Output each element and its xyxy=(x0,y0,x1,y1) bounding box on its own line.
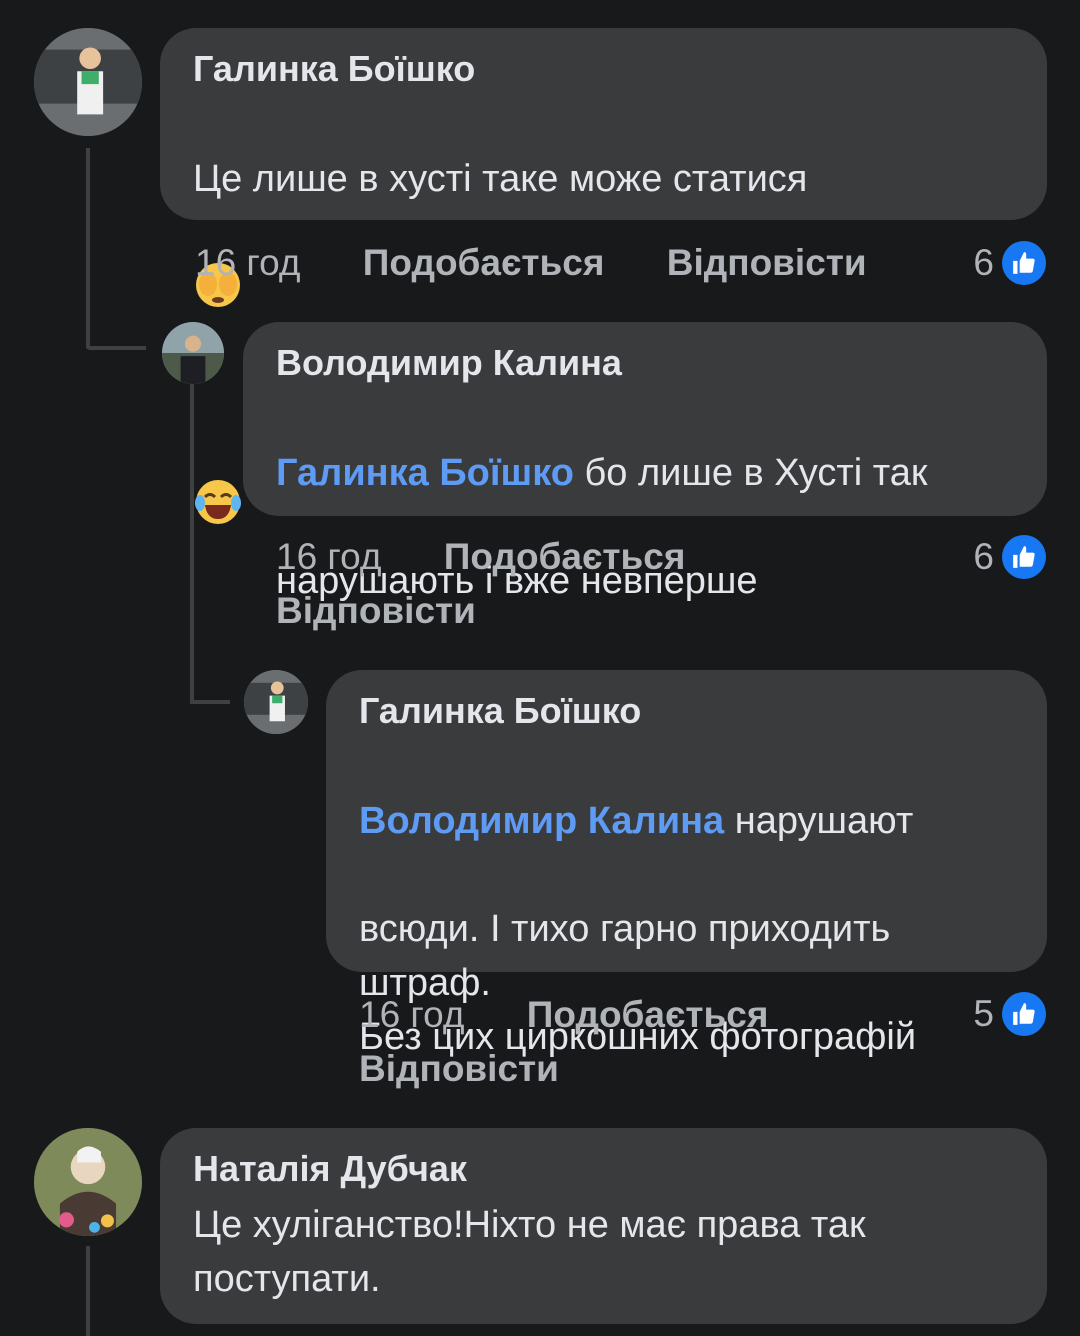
avatar-photo xyxy=(34,1128,142,1236)
reply-button[interactable]: Відповісти xyxy=(276,590,476,631)
comment-text-line: бо лише в Хусті так xyxy=(573,452,928,494)
comment-meta: 16 год Подобається Відповісти xyxy=(195,236,867,290)
reply-button[interactable]: Відповісти xyxy=(359,1048,559,1089)
comment-bubble: Володимир Калина Галинка Боїшко бо лише … xyxy=(243,322,1047,602)
avatar-photo xyxy=(34,28,142,136)
like-count: 6 xyxy=(973,242,994,283)
comment-time[interactable]: 16 год xyxy=(359,994,464,1035)
avatar[interactable] xyxy=(34,28,142,136)
like-button[interactable]: Подобається xyxy=(363,242,605,283)
comment-meta: 16 год Подобається Відповісти xyxy=(359,988,839,1096)
avatar[interactable] xyxy=(162,322,224,384)
avatar-photo xyxy=(162,322,224,384)
mention-link[interactable]: Володимир Калина xyxy=(359,800,724,842)
comment-time[interactable]: 16 год xyxy=(195,242,300,283)
comment-text: Це хуліганство!Ніхто не має права так по… xyxy=(193,1204,866,1300)
thread-line-1-curve xyxy=(86,346,146,350)
comment-time[interactable]: 16 год xyxy=(276,536,381,577)
like-count: 6 xyxy=(973,536,994,577)
avatar[interactable] xyxy=(244,670,308,734)
like-button[interactable]: Подобається xyxy=(527,994,769,1035)
thumbs-up-icon xyxy=(1002,241,1046,285)
comment-text-line: нарушают xyxy=(724,800,914,842)
avatar[interactable] xyxy=(34,1128,142,1236)
reaction-count[interactable]: 6 xyxy=(973,535,1046,579)
comment-meta: 16 год Подобається Відповісти xyxy=(276,530,836,638)
thread-line-1 xyxy=(86,148,90,348)
reply-button[interactable]: Відповісти xyxy=(667,242,867,283)
avatar-photo xyxy=(244,670,308,734)
like-count: 5 xyxy=(973,993,994,1034)
mention-link[interactable]: Галинка Боїшко xyxy=(276,452,574,494)
comment-author[interactable]: Галинка Боїшко xyxy=(193,48,1017,90)
comment-bubble: Наталія Дубчак Це хуліганство!Ніхто не м… xyxy=(160,1128,1047,1324)
reaction-count[interactable]: 5 xyxy=(973,992,1046,1036)
like-button[interactable]: Подобається xyxy=(444,536,686,577)
thread-line-4 xyxy=(86,1246,90,1336)
comment-bubble: Галинка Боїшко Це лише в хусті таке може… xyxy=(160,28,1047,524)
comment-bubble: Галинка Боїшко Володимир Калина нарушают… xyxy=(326,670,1047,1058)
comment-author[interactable]: Наталія Дубчак xyxy=(193,1148,1017,1190)
comment-text-content: Це лише в хусті таке може статися xyxy=(193,158,808,200)
thread-line-2-curve xyxy=(190,700,230,704)
tears-of-joy-emoji-icon xyxy=(193,423,243,524)
comment-author[interactable]: Володимир Калина xyxy=(276,342,1017,384)
comment-author[interactable]: Галинка Боїшко xyxy=(359,690,1017,732)
reaction-count[interactable]: 6 xyxy=(973,241,1046,285)
thumbs-up-icon xyxy=(1002,535,1046,579)
thumbs-up-icon xyxy=(1002,992,1046,1036)
